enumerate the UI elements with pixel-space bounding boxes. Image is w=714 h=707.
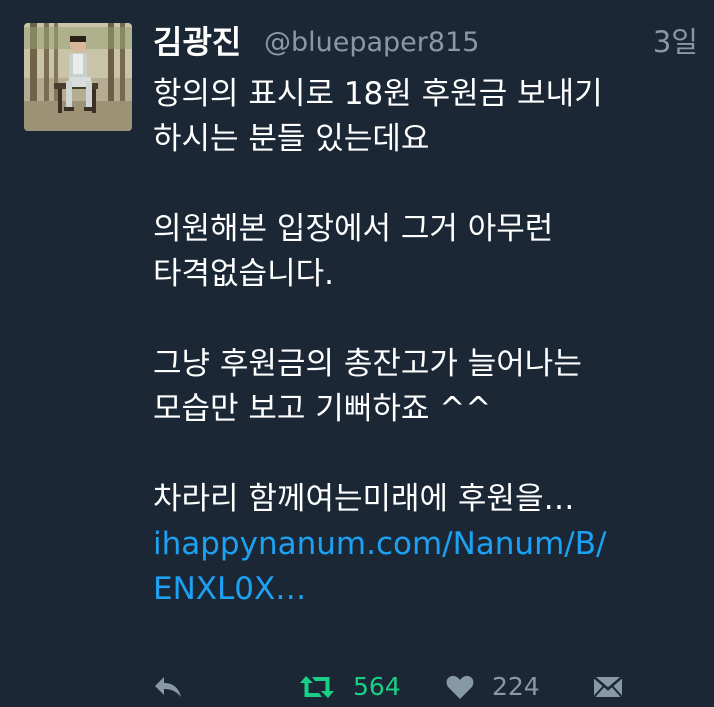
reply-arrow-icon	[153, 675, 183, 699]
tweet-text-line: 의원해본 입장에서 그거 아무런	[153, 211, 554, 247]
tweet-text-line: 모습만 보고 기뻐하죠 ^^	[153, 391, 492, 427]
tweet-text-line: 차라리 함께여는미래에 후원을…	[153, 481, 575, 517]
tweet-text-line	[153, 297, 698, 342]
tweet-text-line	[153, 162, 698, 207]
tweet-header: 김광진 @bluepaper815 3일	[153, 22, 698, 64]
envelope-icon	[593, 675, 623, 699]
display-name[interactable]: 김광진	[153, 22, 241, 62]
like-button[interactable]: 224	[446, 668, 540, 706]
tweet-text-line	[153, 432, 698, 477]
like-count: 224	[492, 672, 540, 701]
tweet-body: 항의의 표시로 18원 후원금 보내기 하시는 분들 있는데요 의원해본 입장에…	[153, 72, 698, 612]
heart-icon	[446, 674, 474, 700]
tweet-link[interactable]: ihappynanum.com/Nanum/B/	[153, 522, 698, 567]
reply-button[interactable]	[153, 668, 183, 706]
tweet-text-line: 항의의 표시로 18원 후원금 보내기	[153, 76, 603, 112]
retweet-button[interactable]: 564	[299, 668, 401, 706]
tweet[interactable]: 김광진 @bluepaper815 3일 항의의 표시로 18원 후원금 보내기…	[0, 0, 714, 707]
direct-message-button[interactable]	[593, 668, 623, 706]
tweet-actions: 564 224	[153, 668, 698, 706]
tweet-text-line: 타격없습니다.	[153, 256, 334, 292]
username-handle[interactable]: @bluepaper815	[264, 26, 479, 60]
retweet-count: 564	[353, 672, 401, 701]
avatar-photo	[24, 23, 132, 131]
tweet-text-line: 하시는 분들 있는데요	[153, 121, 430, 157]
tweet-link[interactable]: ENXL0X…	[153, 567, 698, 612]
timestamp[interactable]: 3일	[653, 24, 698, 60]
tweet-text-line: 그냥 후원금의 총잔고가 늘어나는	[153, 346, 582, 382]
retweet-icon	[299, 674, 335, 700]
avatar[interactable]	[24, 23, 132, 131]
